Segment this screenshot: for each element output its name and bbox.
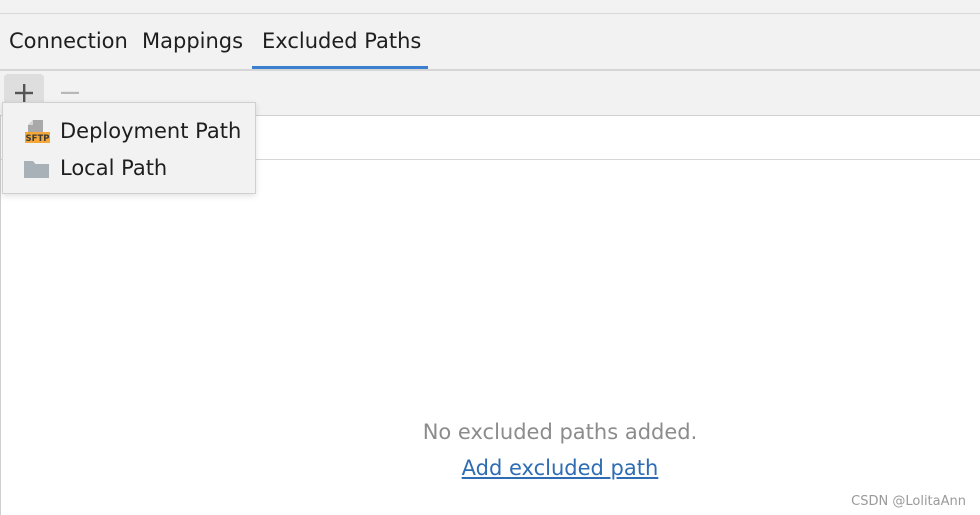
empty-state-message: No excluded paths added. (422, 420, 698, 444)
minus-icon (61, 91, 79, 94)
tab-bar: Connection Mappings Excluded Paths (0, 14, 980, 70)
sftp-icon-text: SFTP (26, 134, 50, 144)
menu-item-label: Local Path (60, 156, 168, 180)
add-excluded-path-link[interactable]: Add excluded path (1, 456, 980, 480)
folder-icon (24, 161, 49, 178)
tab-connection[interactable]: Connection (9, 14, 128, 69)
tab-mappings[interactable]: Mappings (142, 14, 243, 69)
sftp-icon: SFTP (25, 120, 50, 144)
menu-item-deployment-path[interactable]: SFTP Deployment Path (3, 113, 255, 149)
plus-icon (15, 84, 33, 102)
add-path-popup-menu: SFTP Deployment Path Local Path (2, 102, 256, 194)
menu-item-label: Deployment Path (60, 119, 242, 143)
menu-item-local-path[interactable]: Local Path (3, 150, 255, 186)
watermark: CSDN @LolitaAnn (851, 494, 966, 509)
tab-excluded-paths[interactable]: Excluded Paths (251, 14, 429, 70)
